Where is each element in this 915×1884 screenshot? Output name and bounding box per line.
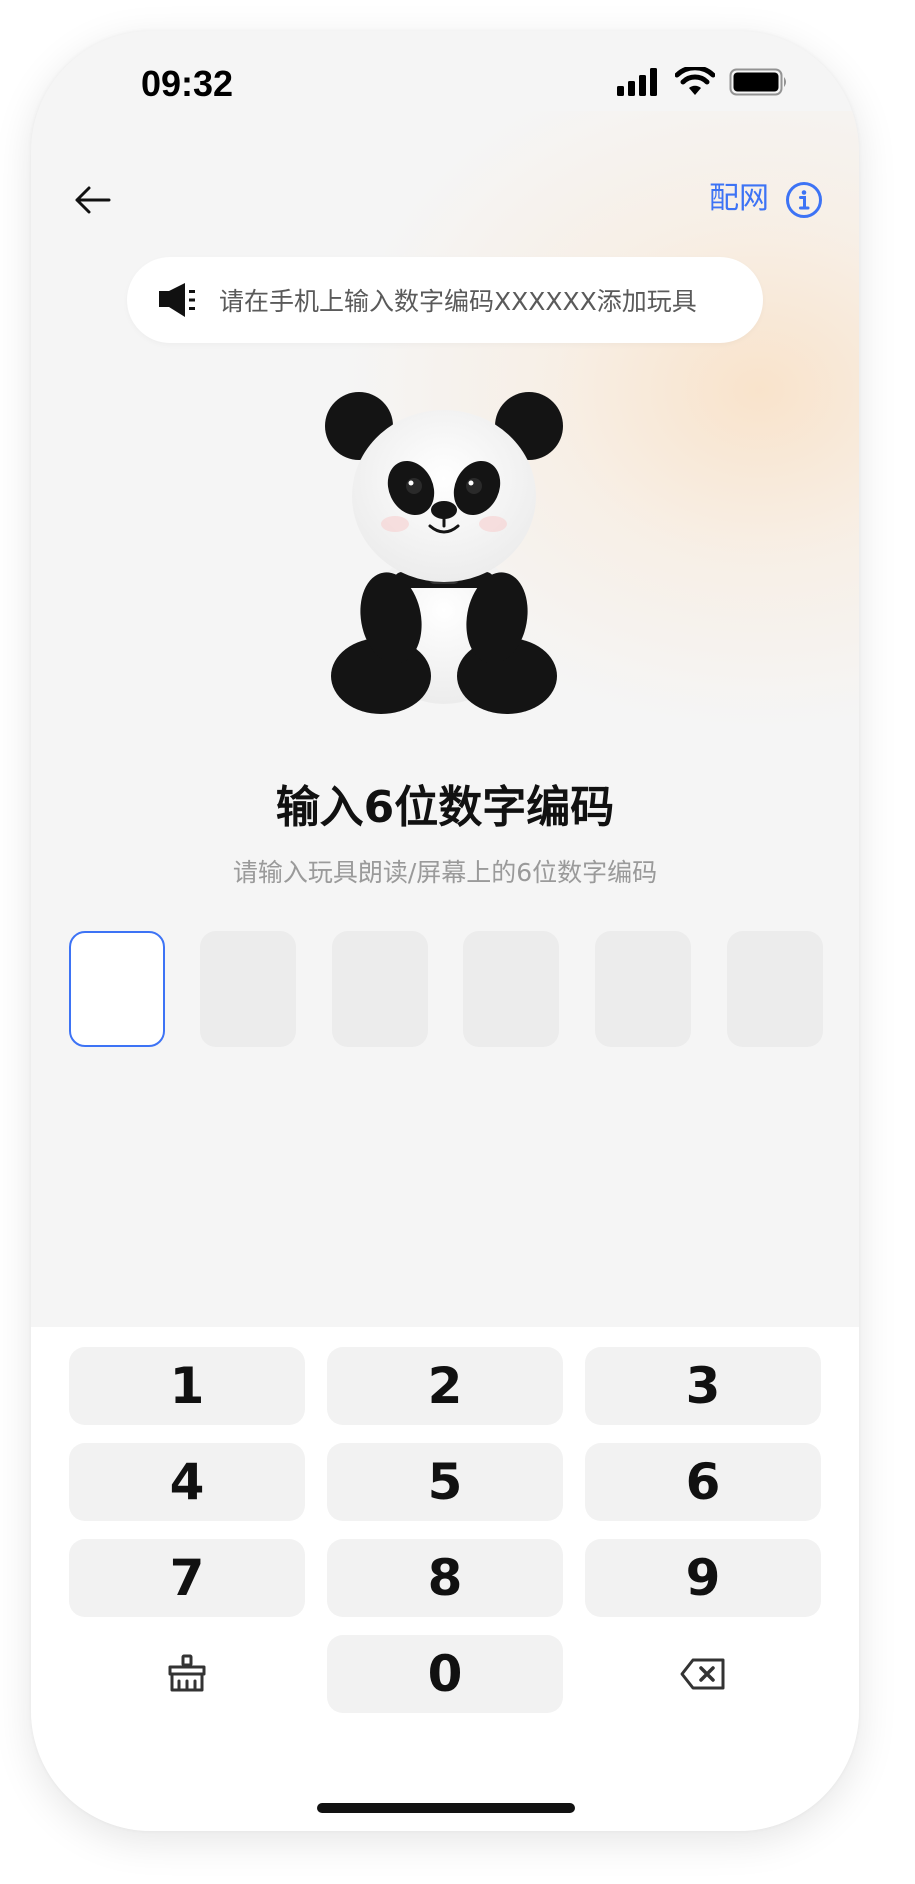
key-0[interactable]: 0 xyxy=(327,1635,563,1713)
status-icons xyxy=(617,67,789,97)
broom-icon xyxy=(168,1654,206,1692)
status-time: 09:32 xyxy=(141,63,234,104)
code-box-6[interactable] xyxy=(727,931,823,1047)
number-keypad: 1 2 3 4 5 6 7 8 9 0 xyxy=(31,1327,859,1831)
code-input xyxy=(69,931,823,1047)
clear-button[interactable] xyxy=(69,1635,305,1713)
key-5[interactable]: 5 xyxy=(327,1443,563,1521)
key-8[interactable]: 8 xyxy=(327,1539,563,1617)
key-6[interactable]: 6 xyxy=(585,1443,821,1521)
key-3[interactable]: 3 xyxy=(585,1347,821,1425)
key-2[interactable]: 2 xyxy=(327,1347,563,1425)
key-1[interactable]: 1 xyxy=(69,1347,305,1425)
page-subtitle: 请输入玩具朗读/屏幕上的6位数字编码 xyxy=(232,858,658,887)
header: 配网 xyxy=(31,161,859,241)
arrow-left-icon xyxy=(75,186,111,214)
page-title: 输入6位数字编码 xyxy=(275,782,615,833)
code-box-1[interactable] xyxy=(69,931,165,1047)
key-4[interactable]: 4 xyxy=(69,1443,305,1521)
info-icon xyxy=(786,182,822,218)
info-button[interactable] xyxy=(785,181,823,219)
backspace-icon xyxy=(680,1658,725,1690)
signal-icon xyxy=(617,68,657,96)
code-box-4[interactable] xyxy=(463,931,559,1047)
speaker-icon xyxy=(159,283,195,317)
wifi-icon xyxy=(675,67,715,95)
battery-icon xyxy=(729,68,786,96)
home-indicator xyxy=(317,1803,575,1813)
key-7[interactable]: 7 xyxy=(69,1539,305,1617)
code-box-2[interactable] xyxy=(200,931,296,1047)
network-config-link[interactable]: 配网 xyxy=(709,179,769,219)
backspace-button[interactable] xyxy=(585,1635,821,1713)
notice-text: 请在手机上输入数字编码XXXXXX添加玩具 xyxy=(219,287,697,316)
back-button[interactable] xyxy=(65,177,121,223)
code-box-3[interactable] xyxy=(332,931,428,1047)
code-box-5[interactable] xyxy=(595,931,691,1047)
panda-toy-image xyxy=(325,392,563,714)
key-9[interactable]: 9 xyxy=(585,1539,821,1617)
status-bar: 09:32 xyxy=(31,31,859,141)
phone-screen: 09:32 配网 请在手机上输入数字编码XXXXXX添加玩具 输入6位数字编码 … xyxy=(31,31,859,1831)
notice-banner: 请在手机上输入数字编码XXXXXX添加玩具 xyxy=(127,257,763,343)
